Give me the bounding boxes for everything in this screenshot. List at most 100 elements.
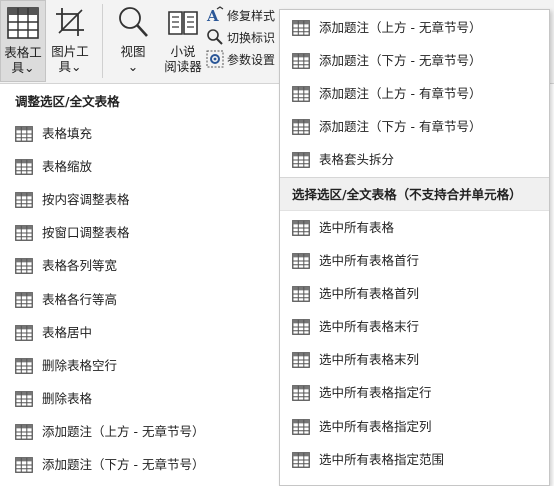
menu-item-label: 添加题注（下方 - 无章节号） bbox=[319, 52, 482, 68]
adjust-table-menu-item[interactable]: 删除表格 bbox=[0, 383, 281, 416]
adjust-table-menu-item[interactable]: 添加题注（上方 - 无章节号） bbox=[0, 416, 281, 449]
view-button[interactable]: 视图 ⌄ bbox=[108, 0, 158, 82]
menu-item-label: 表格居中 bbox=[42, 324, 93, 340]
picture-tools-button[interactable]: 图片工 具⌄ bbox=[47, 0, 93, 82]
menu-item-label: 添加题注（下方 - 无章节号） bbox=[42, 457, 205, 473]
adjust-table-menu-item[interactable]: 表格填充 bbox=[0, 117, 281, 150]
svg-text:A: A bbox=[206, 7, 219, 24]
table-icon bbox=[292, 19, 310, 36]
table-icon bbox=[292, 86, 310, 102]
ribbon-small-commands: A 修复样式 切换标识 参数设置 bbox=[206, 4, 284, 70]
picture-tools-label-line2: 具 bbox=[58, 59, 72, 74]
menu-item-label: 选中所有表格 bbox=[319, 219, 395, 235]
table-icon bbox=[292, 219, 310, 236]
adjust-table-menu-item[interactable]: 表格各列等宽 bbox=[0, 250, 281, 283]
select-table-menu-item[interactable]: 选中所有表格指定行 bbox=[280, 377, 549, 410]
table-icon bbox=[292, 119, 310, 136]
repair-style-button[interactable]: A 修复样式 bbox=[206, 4, 284, 26]
table-icon bbox=[292, 52, 310, 69]
select-table-menu-item[interactable]: 选中所有表格 bbox=[280, 211, 549, 244]
parameter-settings-button[interactable]: 参数设置 bbox=[206, 48, 284, 70]
novel-reader-button[interactable]: 小说 阅读器 bbox=[160, 0, 206, 82]
novel-reader-label-line1: 小说 bbox=[170, 44, 196, 59]
table-icon bbox=[15, 125, 33, 142]
menu-item-label: 选中所有表格首行 bbox=[319, 252, 420, 268]
menu-item-label: 添加题注（上方 - 无章节号） bbox=[42, 424, 205, 440]
select-table-menu-item[interactable]: 选中所有表格首列 bbox=[280, 277, 549, 310]
menu-item-label: 添加题注（上方 - 有章节号） bbox=[319, 85, 482, 101]
adjust-tables-section-title: 调整选区/全文表格 bbox=[15, 94, 120, 109]
table-icon bbox=[292, 352, 310, 369]
table-icon bbox=[292, 451, 310, 468]
table-icon bbox=[15, 358, 33, 374]
table-icon bbox=[15, 225, 33, 242]
toggle-marker-button[interactable]: 切换标识 bbox=[206, 26, 284, 48]
crop-icon bbox=[53, 0, 87, 44]
menu-item-label: 表格缩放 bbox=[42, 158, 93, 174]
menu-item-label: 添加题注（下方 - 有章节号） bbox=[319, 119, 482, 135]
caption-menu-item[interactable]: 添加题注（上方 - 有章节号） bbox=[280, 77, 549, 110]
novel-reader-label-line2: 阅读器 bbox=[164, 59, 202, 74]
caption-menu-item[interactable]: 添加题注（下方 - 有章节号） bbox=[280, 111, 549, 144]
select-table-menu-item[interactable]: 选中所有表格指定范围 bbox=[280, 443, 549, 476]
menu-item-label: 选中所有表格指定列 bbox=[319, 418, 432, 434]
select-table-menu-item[interactable]: 选中所有表格指定列 bbox=[280, 410, 549, 443]
table-icon bbox=[292, 418, 310, 435]
adjust-table-menu-item[interactable]: 表格居中 bbox=[0, 316, 281, 349]
table-icon bbox=[292, 252, 310, 269]
table-tools-label: 表格工 bbox=[4, 45, 42, 60]
repair-style-label: 修复样式 bbox=[227, 8, 276, 23]
chevron-down-icon: ⌄ bbox=[127, 59, 139, 74]
table-grid-icon bbox=[6, 1, 40, 45]
parameter-settings-label: 参数设置 bbox=[227, 52, 276, 67]
table-icon bbox=[15, 457, 33, 474]
adjust-table-menu-item[interactable]: 表格各行等高 bbox=[0, 283, 281, 316]
menu-item-label: 选中所有表格指定范围 bbox=[319, 451, 445, 467]
picture-tools-label: 图片工 bbox=[51, 44, 89, 59]
menu-item-label: 选中所有表格首列 bbox=[319, 285, 420, 301]
table-icon bbox=[292, 286, 310, 302]
menu-item-label: 选中所有表格末行 bbox=[319, 319, 420, 335]
adjust-table-menu-item[interactable]: 表格缩放 bbox=[0, 150, 281, 183]
table-icon bbox=[15, 158, 33, 175]
magnifier-icon bbox=[116, 0, 150, 44]
table-icon bbox=[15, 291, 33, 308]
adjust-table-menu-item[interactable]: 添加题注（下方 - 无章节号） bbox=[0, 449, 281, 482]
table-icon bbox=[15, 391, 33, 407]
table-tools-menu: 调整选区/全文表格 表格填充表格缩放按内容调整表格按窗口调整表格表格各列等宽表格… bbox=[0, 84, 282, 486]
select-table-menu-item[interactable]: 选中所有表格末列 bbox=[280, 344, 549, 377]
caption-menu-item[interactable]: 表格套头拆分 bbox=[280, 144, 549, 177]
settings-gear-icon bbox=[206, 50, 224, 68]
chevron-down-icon: ⌄ bbox=[71, 59, 82, 74]
ribbon-divider bbox=[102, 4, 103, 78]
menu-item-label: 选中所有表格指定行 bbox=[319, 385, 432, 401]
toggle-marker-label: 切换标识 bbox=[227, 30, 276, 45]
select-table-menu-item[interactable]: 选中所有表格首行 bbox=[280, 244, 549, 277]
menu-item-label: 表格各行等高 bbox=[42, 291, 118, 307]
menu-item-label: 选中所有表格末列 bbox=[319, 352, 420, 368]
adjust-table-menu-item[interactable]: 删除表格空行 bbox=[0, 349, 281, 382]
table-icon bbox=[15, 258, 33, 275]
menu-item-label: 删除表格空行 bbox=[42, 357, 118, 373]
menu-item-label: 删除表格 bbox=[42, 391, 93, 407]
table-icon bbox=[15, 192, 33, 208]
table-tools-button[interactable]: 表格工 具⌄ bbox=[0, 0, 46, 82]
menu-item-label: 表格套头拆分 bbox=[319, 152, 395, 168]
font-size-a-icon: A bbox=[206, 6, 224, 24]
search-icon bbox=[206, 28, 224, 46]
table-icon bbox=[292, 152, 310, 169]
table-icon bbox=[15, 424, 33, 441]
caption-menu-item[interactable]: 添加题注（上方 - 无章节号） bbox=[280, 11, 549, 44]
table-tools-submenu: 添加题注（上方 - 无章节号） 添加题注（下方 - 无章节号） 添加题注（上方 - … bbox=[279, 9, 550, 486]
menu-item-label: 按窗口调整表格 bbox=[42, 225, 130, 241]
menu-item-label: 添加题注（上方 - 无章节号） bbox=[319, 19, 482, 35]
table-icon bbox=[292, 319, 310, 335]
table-icon bbox=[292, 385, 310, 402]
chevron-down-icon: ⌄ bbox=[24, 60, 35, 75]
adjust-table-menu-item[interactable]: 按内容调整表格 bbox=[0, 183, 281, 216]
view-label: 视图 bbox=[120, 44, 146, 59]
book-icon bbox=[166, 0, 200, 44]
adjust-table-menu-item[interactable]: 按窗口调整表格 bbox=[0, 217, 281, 250]
select-table-menu-item[interactable]: 选中所有表格末行 bbox=[280, 311, 549, 344]
caption-menu-item[interactable]: 添加题注（下方 - 无章节号） bbox=[280, 44, 549, 77]
